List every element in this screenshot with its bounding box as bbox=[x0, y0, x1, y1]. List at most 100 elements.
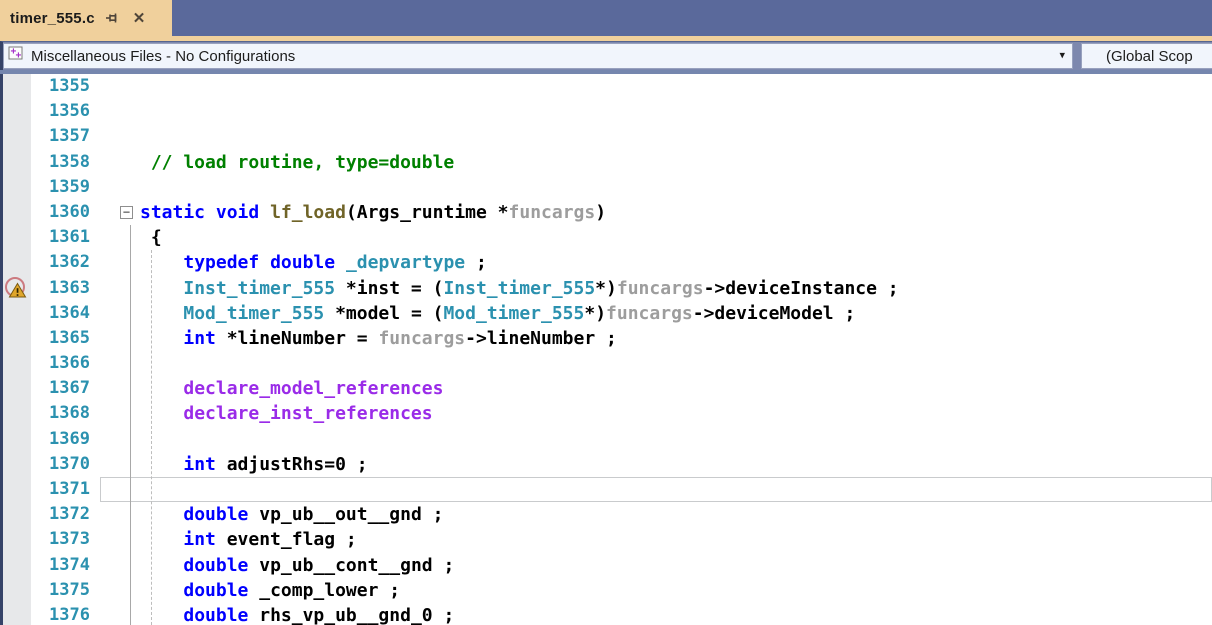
line-number[interactable]: 1375 bbox=[31, 578, 100, 603]
glyph-margin[interactable] bbox=[3, 351, 31, 376]
code-text[interactable]: int *lineNumber = funcargs->lineNumber ; bbox=[140, 326, 1212, 351]
fold-margin bbox=[100, 452, 140, 477]
fold-collapse-toggle[interactable]: − bbox=[120, 206, 133, 219]
code-line: 1360 −static void lf_load(Args_runtime *f… bbox=[3, 200, 1212, 225]
code-text[interactable] bbox=[140, 124, 1212, 149]
line-number[interactable]: 1356 bbox=[31, 99, 100, 124]
code-text[interactable]: Mod_timer_555 *model = (Mod_timer_555*)f… bbox=[140, 301, 1212, 326]
code-line: 1363 Inst_timer_555 *inst = (Inst_timer_… bbox=[3, 276, 1212, 301]
line-number[interactable]: 1355 bbox=[31, 74, 100, 99]
code-text[interactable]: declare_model_references bbox=[140, 376, 1212, 401]
code-line: 1367 declare_model_references bbox=[3, 376, 1212, 401]
code-line: 1371 bbox=[3, 477, 1212, 502]
code-editor[interactable]: 1355135613571358 // load routine, type=d… bbox=[0, 74, 1212, 625]
code-text[interactable]: // load routine, type=double bbox=[140, 150, 1212, 175]
fold-margin bbox=[100, 175, 140, 200]
code-text[interactable]: typedef double _depvartype ; bbox=[140, 250, 1212, 275]
line-number[interactable]: 1373 bbox=[31, 527, 100, 552]
tab-timer-555-c[interactable]: timer_555.c ✕ bbox=[0, 0, 172, 36]
code-line: 1355 bbox=[3, 74, 1212, 99]
code-line: 1361 { bbox=[3, 225, 1212, 250]
line-number[interactable]: 1364 bbox=[31, 301, 100, 326]
code-text[interactable] bbox=[140, 477, 1212, 502]
code-text[interactable]: Inst_timer_555 *inst = (Inst_timer_555*)… bbox=[140, 276, 1212, 301]
fold-margin bbox=[100, 150, 140, 175]
glyph-margin[interactable] bbox=[3, 250, 31, 275]
line-number[interactable]: 1362 bbox=[31, 250, 100, 275]
glyph-margin[interactable] bbox=[3, 603, 31, 625]
line-number[interactable]: 1371 bbox=[31, 477, 100, 502]
code-line: 1366 bbox=[3, 351, 1212, 376]
line-number[interactable]: 1376 bbox=[31, 603, 100, 625]
code-text[interactable]: static void lf_load(Args_runtime *funcar… bbox=[140, 200, 1212, 225]
line-number[interactable]: 1367 bbox=[31, 376, 100, 401]
glyph-margin[interactable] bbox=[3, 150, 31, 175]
close-icon[interactable]: ✕ bbox=[131, 10, 148, 27]
line-number[interactable]: 1360 bbox=[31, 200, 100, 225]
code-text[interactable]: { bbox=[140, 225, 1212, 250]
line-number[interactable]: 1368 bbox=[31, 401, 100, 426]
glyph-margin[interactable] bbox=[3, 376, 31, 401]
line-number[interactable]: 1365 bbox=[31, 326, 100, 351]
glyph-margin[interactable] bbox=[3, 301, 31, 326]
code-text[interactable]: double _comp_lower ; bbox=[140, 578, 1212, 603]
code-text[interactable] bbox=[140, 99, 1212, 124]
fold-margin bbox=[100, 276, 140, 301]
navigation-bar: + + Miscellaneous Files - No Configurati… bbox=[0, 41, 1212, 70]
glyph-margin[interactable] bbox=[3, 401, 31, 426]
glyph-margin[interactable] bbox=[3, 225, 31, 250]
glyph-margin[interactable] bbox=[3, 427, 31, 452]
fold-margin bbox=[100, 301, 140, 326]
glyph-margin[interactable] bbox=[3, 124, 31, 149]
scope-dropdown[interactable]: (Global Scop bbox=[1081, 43, 1212, 69]
misc-files-icon: + + bbox=[8, 45, 25, 67]
line-number[interactable]: 1357 bbox=[31, 124, 100, 149]
pushpin-icon[interactable] bbox=[105, 10, 121, 26]
scope-dropdown-value: (Global Scop bbox=[1106, 48, 1193, 65]
code-text[interactable]: double vp_ub__cont__gnd ; bbox=[140, 553, 1212, 578]
fold-margin bbox=[100, 376, 140, 401]
code-text[interactable] bbox=[140, 427, 1212, 452]
vs-editor-window: timer_555.c ✕ + + Miscella bbox=[0, 0, 1212, 625]
code-text[interactable]: double vp_ub__out__gnd ; bbox=[140, 502, 1212, 527]
code-text[interactable]: int event_flag ; bbox=[140, 527, 1212, 552]
code-text[interactable] bbox=[140, 175, 1212, 200]
fold-margin: − bbox=[100, 200, 140, 225]
fold-margin bbox=[100, 502, 140, 527]
glyph-margin[interactable] bbox=[3, 527, 31, 552]
glyph-margin[interactable] bbox=[3, 502, 31, 527]
glyph-margin[interactable] bbox=[3, 477, 31, 502]
chevron-down-icon[interactable]: ▾ bbox=[1059, 51, 1065, 62]
svg-text:+: + bbox=[16, 51, 22, 62]
glyph-margin[interactable] bbox=[3, 175, 31, 200]
project-dropdown[interactable]: + + Miscellaneous Files - No Configurati… bbox=[3, 43, 1073, 69]
line-number[interactable]: 1358 bbox=[31, 150, 100, 175]
tab-title: timer_555.c bbox=[10, 10, 95, 27]
glyph-margin[interactable] bbox=[3, 99, 31, 124]
glyph-margin[interactable] bbox=[3, 326, 31, 351]
code-text[interactable] bbox=[140, 351, 1212, 376]
glyph-margin[interactable] bbox=[3, 578, 31, 603]
glyph-margin[interactable] bbox=[3, 452, 31, 477]
code-line: 1358 // load routine, type=double bbox=[3, 150, 1212, 175]
line-number[interactable]: 1361 bbox=[31, 225, 100, 250]
warning-glyph-icon[interactable] bbox=[3, 276, 31, 301]
code-text[interactable]: double rhs_vp_ub__gnd_0 ; bbox=[140, 603, 1212, 625]
line-number[interactable]: 1366 bbox=[31, 351, 100, 376]
fold-margin bbox=[100, 326, 140, 351]
code-line: 1364 Mod_timer_555 *model = (Mod_timer_5… bbox=[3, 301, 1212, 326]
tab-bar: timer_555.c ✕ bbox=[0, 0, 1212, 36]
line-number[interactable]: 1372 bbox=[31, 502, 100, 527]
line-number[interactable]: 1370 bbox=[31, 452, 100, 477]
line-number[interactable]: 1369 bbox=[31, 427, 100, 452]
code-text[interactable]: declare_inst_references bbox=[140, 401, 1212, 426]
line-number[interactable]: 1363 bbox=[31, 276, 100, 301]
code-text[interactable] bbox=[140, 74, 1212, 99]
glyph-margin[interactable] bbox=[3, 200, 31, 225]
line-number[interactable]: 1374 bbox=[31, 553, 100, 578]
glyph-margin[interactable] bbox=[3, 553, 31, 578]
glyph-margin[interactable] bbox=[3, 74, 31, 99]
fold-margin bbox=[100, 250, 140, 275]
code-text[interactable]: int adjustRhs=0 ; bbox=[140, 452, 1212, 477]
line-number[interactable]: 1359 bbox=[31, 175, 100, 200]
